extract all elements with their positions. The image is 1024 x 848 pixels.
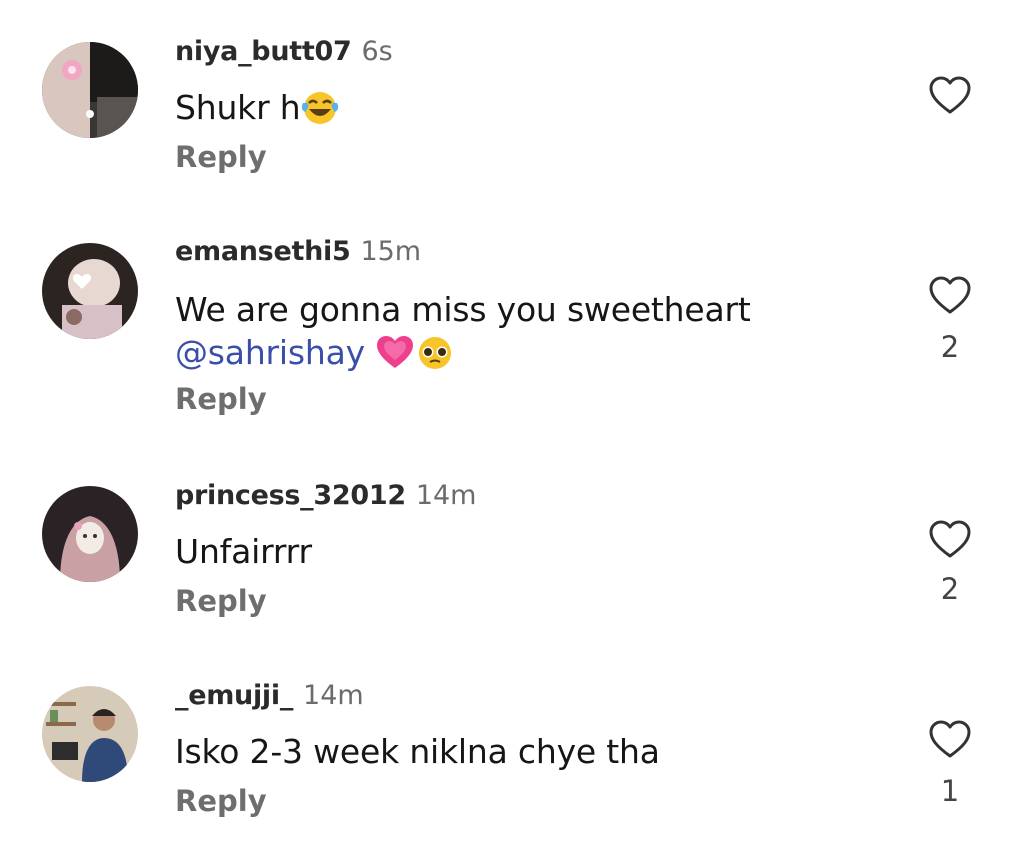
avatar[interactable]: [42, 486, 138, 582]
comment-item: niya_butt07 6s Shukr h Reply: [0, 0, 1024, 212]
comment-body: Shukr h: [175, 88, 301, 127]
username[interactable]: niya_butt07: [175, 36, 352, 67]
avatar[interactable]: [42, 42, 138, 138]
username[interactable]: princess_32012: [175, 480, 406, 511]
username[interactable]: emansethi5: [175, 236, 351, 267]
like-count: 2: [940, 572, 960, 606]
heart-outline-icon: [929, 720, 971, 758]
heart-outline-icon: [929, 276, 971, 314]
like-button[interactable]: [928, 718, 972, 762]
face-with-tears-of-joy-icon: [300, 89, 340, 135]
comment-meta: emansethi5 15m: [175, 236, 421, 267]
comment-meta: niya_butt07 6s: [175, 36, 393, 67]
heart-outline-icon: [929, 520, 971, 558]
comment-item: _emujji_ 14m Isko 2-3 week niklna chye th…: [0, 672, 1024, 848]
comment-body: Isko 2-3 week niklna chye tha: [175, 732, 660, 771]
comment-text: We are gonna miss you sweetheart @sahris…: [175, 288, 751, 380]
reply-button[interactable]: Reply: [175, 784, 267, 818]
like-button[interactable]: [928, 518, 972, 562]
comment-item: princess_32012 14m Unfairrrr Reply 2: [0, 472, 1024, 672]
timestamp: 15m: [360, 236, 422, 267]
avatar[interactable]: [42, 686, 138, 782]
comment-text: Unfairrrr: [175, 530, 312, 573]
reply-button[interactable]: Reply: [175, 382, 267, 416]
heart-outline-icon: [929, 76, 971, 114]
pleading-face-icon: [415, 334, 455, 380]
like-count: 2: [940, 330, 960, 364]
comment-text: Isko 2-3 week niklna chye tha: [175, 730, 660, 773]
like-button[interactable]: [928, 274, 972, 318]
timestamp: 14m: [415, 480, 477, 511]
comment-meta: princess_32012 14m: [175, 480, 476, 511]
comment-item: emansethi5 15m We are gonna miss you swee…: [0, 212, 1024, 472]
timestamp: 14m: [303, 680, 364, 711]
comment-meta: _emujji_ 14m: [175, 680, 364, 711]
comment-body: We are gonna miss you sweetheart: [175, 290, 751, 329]
reply-button[interactable]: Reply: [175, 584, 267, 618]
comment-text: Shukr h: [175, 86, 340, 135]
avatar[interactable]: [42, 243, 138, 339]
username[interactable]: _emujji_: [175, 680, 293, 711]
timestamp: 6s: [361, 36, 393, 67]
reply-button[interactable]: Reply: [175, 140, 267, 174]
like-button[interactable]: [928, 74, 972, 118]
growing-heart-icon: [375, 334, 415, 380]
mention-link[interactable]: @sahrishay: [175, 333, 365, 372]
comment-body: Unfairrrr: [175, 532, 312, 571]
like-count: 1: [940, 774, 960, 808]
